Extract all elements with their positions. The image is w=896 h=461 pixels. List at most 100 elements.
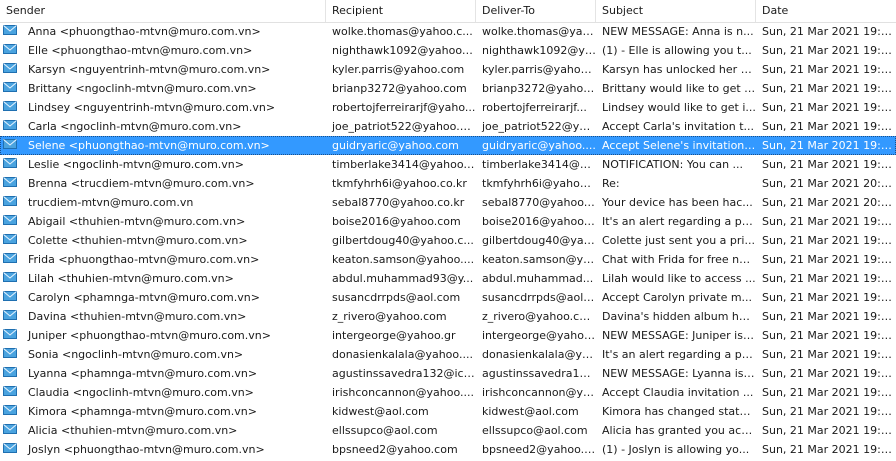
envelope-icon	[0, 288, 22, 307]
recipient-cell: irishconcannon@yahoo....	[332, 386, 474, 399]
envelope-icon	[0, 155, 22, 174]
deliver-to-cell: ellssupco@aol.com	[482, 424, 588, 437]
subject-cell: Accept Selene's invitation ...	[602, 139, 756, 152]
subject-cell: Accept Carla's invitation t...	[602, 120, 754, 133]
column-header-deliver-to[interactable]: Deliver-To	[476, 0, 596, 22]
sender-cell: Colette <thuhien-mtvn@muro.com.vn>	[28, 234, 248, 247]
recipient-cell: agustinssavedra132@icl...	[332, 367, 476, 380]
deliver-to-cell: bpsneed2@yahoo.com	[482, 443, 596, 456]
sender-cell: Brittany <ngoclinh-mtvn@muro.com.vn>	[28, 82, 257, 95]
message-row[interactable]: trucdiem-mtvn@muro.com.vn sebal8770@yahoo…	[0, 193, 896, 212]
envelope-icon	[0, 22, 22, 41]
recipient-cell: susancdrrpds@aol.com	[332, 291, 461, 304]
message-row[interactable]: Anna <phuongthao-mtvn@muro.com.vn> wolke.…	[0, 22, 896, 41]
subject-cell: Accept Carolyn private m...	[602, 291, 753, 304]
subject-cell: Lilah would like to access ...	[602, 272, 756, 285]
sender-cell: Lyanna <phamnga-mtvn@muro.com.vn>	[28, 367, 258, 380]
subject-cell: Karsyn has unlocked her p...	[602, 63, 756, 76]
message-row[interactable]: Juniper <phuongthao-mtvn@muro.com.vn> int…	[0, 326, 896, 345]
envelope-icon	[0, 307, 22, 326]
subject-cell: Davina's hidden album ha...	[602, 310, 756, 323]
subject-cell: NOTIFICATION: You can ...	[602, 158, 744, 171]
message-row[interactable]: Claudia <ngoclinh-mtvn@muro.com.vn> irish…	[0, 383, 896, 402]
date-cell: Sun, 21 Mar 2021 19:15:1...	[762, 234, 896, 247]
recipient-cell: boise2016@yahoo.com	[332, 215, 461, 228]
message-row[interactable]: Lilah <thuhien-mtvn@muro.com.vn> abdul.mu…	[0, 269, 896, 288]
sender-cell: Abigail <thuhien-mtvn@muro.com.vn>	[28, 215, 246, 228]
envelope-icon	[0, 364, 22, 383]
message-row[interactable]: Frida <phuongthao-mtvn@muro.com.vn> keato…	[0, 250, 896, 269]
recipient-cell: joe_patriot522@yahoo.c...	[332, 120, 476, 133]
date-cell: Sun, 21 Mar 2021 19:07:2...	[762, 44, 896, 57]
date-cell: Sun, 21 Mar 2021 19:15:2...	[762, 310, 896, 323]
message-row[interactable]: Carolyn <phamnga-mtvn@muro.com.vn> susanc…	[0, 288, 896, 307]
deliver-to-cell: sebal8770@yahoo.co...	[482, 196, 596, 209]
column-header-date[interactable]: Date	[756, 0, 896, 22]
envelope-icon	[0, 326, 22, 345]
deliver-to-cell: susancdrrpds@aol....	[482, 291, 596, 304]
recipient-cell: z_rivero@yahoo.com	[332, 310, 447, 323]
date-cell: Sun, 21 Mar 2021 19:14:2...	[762, 215, 896, 228]
message-list: Sender Recipient Deliver-To Subject Date…	[0, 0, 896, 461]
date-cell: Sun, 21 Mar 2021 19:16:2...	[762, 405, 896, 418]
sender-cell: Karsyn <nguyentrinh-mtvn@muro.com.vn>	[28, 63, 271, 76]
deliver-to-cell: irishconcannon@yah...	[482, 386, 596, 399]
subject-cell: NEW MESSAGE: Anna is n...	[602, 25, 754, 38]
deliver-to-cell: gilbertdoug40@yah...	[482, 234, 596, 247]
sender-cell: trucdiem-mtvn@muro.com.vn	[28, 196, 194, 209]
sender-cell: Juniper <phuongthao-mtvn@muro.com.vn>	[28, 329, 271, 342]
message-row[interactable]: Carla <ngoclinh-mtvn@muro.com.vn> joe_pat…	[0, 117, 896, 136]
envelope-icon	[0, 174, 22, 193]
message-row[interactable]: Selene <phuongthao-mtvn@muro.com.vn> guid…	[0, 136, 896, 155]
date-cell: Sun, 21 Mar 2021 19:08:2...	[762, 82, 896, 95]
subject-cell: Alicia has granted you acc...	[602, 424, 756, 437]
envelope-icon	[0, 117, 22, 136]
message-row[interactable]: Elle <phuongthao-mtvn@muro.com.vn> nighth…	[0, 41, 896, 60]
date-cell: Sun, 21 Mar 2021 19:16:0...	[762, 329, 896, 342]
message-row[interactable]: Karsyn <nguyentrinh-mtvn@muro.com.vn> kyl…	[0, 60, 896, 79]
message-row[interactable]: Alicia <thuhien-mtvn@muro.com.vn> ellssup…	[0, 421, 896, 440]
message-row[interactable]: Abigail <thuhien-mtvn@muro.com.vn> boise2…	[0, 212, 896, 231]
recipient-cell: nighthawk1092@yahoo.c...	[332, 44, 476, 57]
sender-cell: Sonia <ngoclinh-mtvn@muro.com.vn>	[28, 348, 244, 361]
date-cell: Sun, 21 Mar 2021 19:07:2...	[762, 25, 896, 38]
recipient-cell: gilbertdoug40@yahoo.c...	[332, 234, 474, 247]
message-row[interactable]: Colette <thuhien-mtvn@muro.com.vn> gilber…	[0, 231, 896, 250]
deliver-to-cell: joe_patriot522@yah...	[482, 120, 596, 133]
envelope-icon	[0, 231, 22, 250]
subject-cell: Re:	[602, 177, 620, 190]
deliver-to-cell: z_rivero@yahoo.com	[482, 310, 596, 323]
recipient-cell: timberlake3414@yahoo....	[332, 158, 476, 171]
recipient-cell: abdul.muhammad93@y...	[332, 272, 474, 285]
recipient-cell: wolke.thomas@yahoo.c...	[332, 25, 473, 38]
sender-cell: Elle <phuongthao-mtvn@muro.com.vn>	[28, 44, 253, 57]
message-row[interactable]: Lyanna <phamnga-mtvn@muro.com.vn> agustin…	[0, 364, 896, 383]
subject-cell: Colette just sent you a pri...	[602, 234, 755, 247]
message-row[interactable]: Kimora <phamnga-mtvn@muro.com.vn> kidwest…	[0, 402, 896, 421]
sender-cell: Davina <thuhien-mtvn@muro.com.vn>	[28, 310, 247, 323]
message-row[interactable]: Leslie <ngoclinh-mtvn@muro.com.vn> timber…	[0, 155, 896, 174]
message-row[interactable]: Sonia <ngoclinh-mtvn@muro.com.vn> donasie…	[0, 345, 896, 364]
message-row[interactable]: Brittany <ngoclinh-mtvn@muro.com.vn> bria…	[0, 79, 896, 98]
deliver-to-cell: brianp3272@yahoo.c...	[482, 82, 596, 95]
message-row[interactable]: Joslyn <phuongthao-mtvn@muro.com.vn> bpsn…	[0, 440, 896, 459]
message-row[interactable]: Lindsey <nguyentrinh-mtvn@muro.com.vn> ro…	[0, 98, 896, 117]
message-row[interactable]: Davina <thuhien-mtvn@muro.com.vn> z_river…	[0, 307, 896, 326]
sender-cell: Frida <phuongthao-mtvn@muro.com.vn>	[28, 253, 260, 266]
message-rows: Anna <phuongthao-mtvn@muro.com.vn> wolke.…	[0, 22, 896, 459]
deliver-to-cell: donasienkalala@yah...	[482, 348, 596, 361]
deliver-to-cell: timberlake3414@yah...	[482, 158, 596, 171]
column-header-recipient[interactable]: Recipient	[326, 0, 476, 22]
deliver-to-cell: keaton.samson@yah...	[482, 253, 596, 266]
column-header-sender[interactable]: Sender	[0, 0, 326, 22]
message-row[interactable]: Brenna <trucdiem-mtvn@muro.com.vn> tkmfyh…	[0, 174, 896, 193]
date-cell: Sun, 21 Mar 2021 19:15:2...	[762, 272, 896, 285]
date-cell: Sun, 21 Mar 2021 19:16:1...	[762, 386, 896, 399]
date-cell: Sun, 21 Mar 2021 19:16:0...	[762, 348, 896, 361]
column-header-subject[interactable]: Subject	[596, 0, 756, 22]
deliver-to-cell: robertojferreirarjf...	[482, 101, 587, 114]
deliver-to-cell: agustinssavedra13...	[482, 367, 596, 380]
sender-cell: Carla <ngoclinh-mtvn@muro.com.vn>	[28, 120, 242, 133]
subject-cell: It's an alert regarding a pri...	[602, 215, 756, 228]
recipient-cell: brianp3272@yahoo.com	[332, 82, 467, 95]
